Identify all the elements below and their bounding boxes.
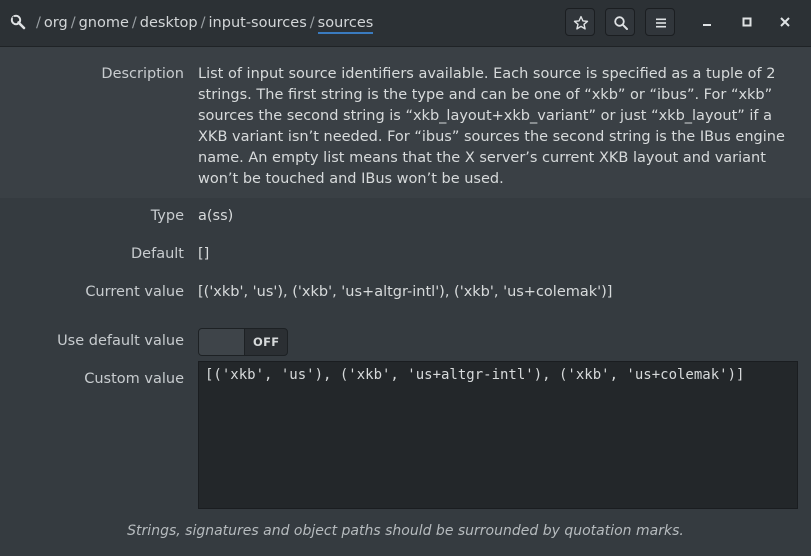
- menu-button[interactable]: [645, 8, 675, 36]
- header-bar: / org / gnome / desktop / input-sources / sources: [0, 0, 811, 47]
- default-label: Default: [131, 246, 184, 262]
- switch-knob[interactable]: [199, 329, 245, 355]
- maximize-button[interactable]: [739, 14, 755, 30]
- breadcrumb-item-desktop[interactable]: desktop: [140, 13, 198, 33]
- minimize-icon: [703, 24, 711, 26]
- maximize-icon: [742, 17, 752, 27]
- footnote: Strings, signatures and object paths sho…: [127, 523, 684, 539]
- search-button[interactable]: [605, 8, 635, 36]
- minimize-button[interactable]: [699, 14, 715, 30]
- breadcrumb-separator: /: [131, 15, 137, 31]
- bookmark-button[interactable]: [565, 8, 595, 36]
- breadcrumb: / org / gnome / desktop / input-sources / sources: [33, 13, 374, 34]
- dconf-wrench-icon: [10, 14, 26, 30]
- type-value: a(ss): [198, 208, 234, 224]
- type-label: Type: [150, 208, 184, 224]
- custom-value-label: Custom value: [84, 371, 184, 387]
- description-text: List of input source identifiers availab…: [198, 66, 785, 187]
- default-value: []: [198, 246, 210, 262]
- breadcrumb-item-input-sources[interactable]: input-sources: [209, 13, 307, 33]
- description-label: Description: [101, 66, 184, 82]
- use-default-switch[interactable]: OFF: [198, 328, 288, 356]
- breadcrumb-item-org[interactable]: org: [44, 13, 68, 33]
- breadcrumb-separator: /: [70, 15, 76, 31]
- close-icon: [780, 17, 790, 27]
- breadcrumb-separator: /: [200, 15, 206, 31]
- star-icon: [573, 15, 589, 30]
- search-icon: [614, 16, 628, 30]
- custom-value-editor[interactable]: [('xkb', 'us'), ('xkb', 'us+altgr-intl')…: [198, 361, 798, 509]
- hamburger-menu-icon: [656, 18, 666, 28]
- breadcrumb-item-current[interactable]: sources: [317, 14, 374, 34]
- custom-value-text[interactable]: [('xkb', 'us'), ('xkb', 'us+altgr-intl')…: [205, 367, 744, 383]
- close-button[interactable]: [777, 14, 793, 30]
- breadcrumb-separator: /: [309, 15, 315, 31]
- use-default-label: Use default value: [57, 333, 184, 349]
- switch-state-text: OFF: [253, 335, 280, 349]
- breadcrumb-separator: /: [36, 15, 41, 31]
- breadcrumb-item-gnome[interactable]: gnome: [79, 13, 129, 33]
- current-value-label: Current value: [85, 284, 184, 300]
- current-value: [('xkb', 'us'), ('xkb', 'us+altgr-intl')…: [198, 284, 613, 300]
